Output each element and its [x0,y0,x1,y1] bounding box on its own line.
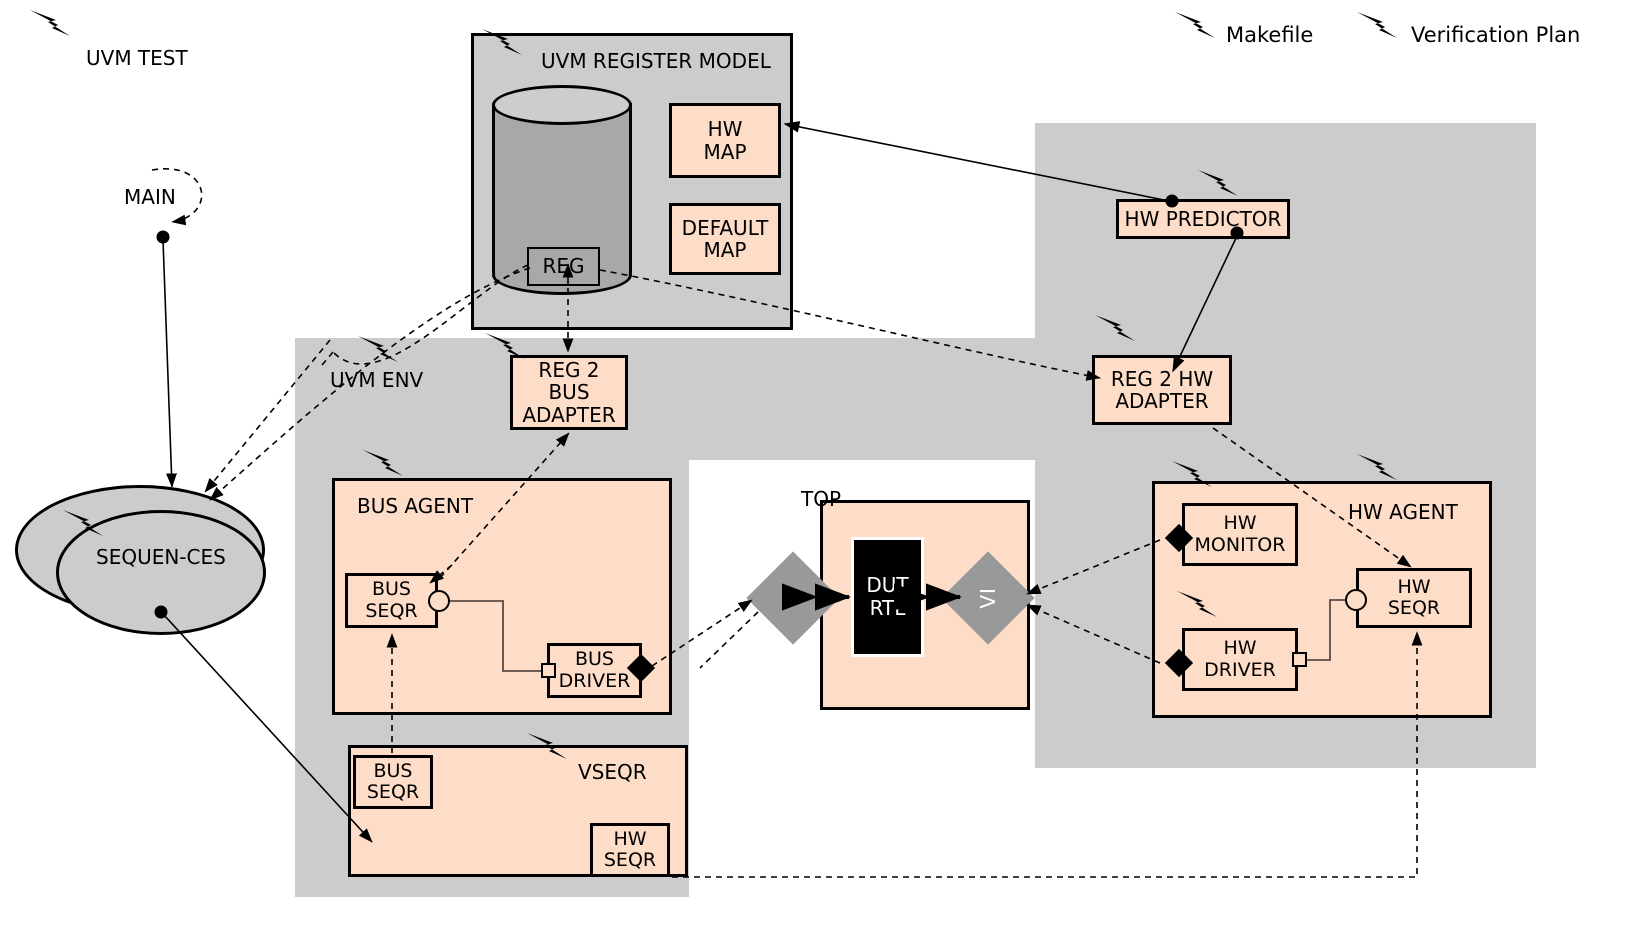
bolt-uvm-test [30,10,70,36]
cylinder-top [492,85,632,125]
hw-monitor-box[interactable]: HW MONITOR [1182,503,1298,566]
diagram-canvas: REG HW MAP DEFAULT MAP REG 2 BUS ADAPTER… [0,0,1639,947]
bus-driver-box[interactable]: BUS DRIVER [547,643,642,698]
vi-right-label: VI [976,587,1000,609]
dut-rtl-label: DUT RTL [866,573,909,620]
hw-driver-label: HW DRIVER [1204,637,1276,681]
vseqr-hw-seqr-label: HW SEQR [603,827,657,871]
reg2hw-adapter-box[interactable]: REG 2 HW ADAPTER [1092,355,1232,425]
reg2bus-adapter-label: REG 2 BUS ADAPTER [522,357,616,427]
hw-map-box[interactable]: HW MAP [669,103,781,178]
sequences-ellipse-front[interactable] [56,510,266,635]
hw-seqr-box[interactable]: HW SEQR [1356,568,1472,628]
vi-left-label: VI [781,587,805,609]
hw-agent-label: HW AGENT [1348,500,1458,524]
top-label: TOP [801,487,842,511]
main-label: MAIN [124,185,176,209]
default-map-box[interactable]: DEFAULT MAP [669,203,781,275]
bus-seqr-box[interactable]: BUS SEQR [345,573,438,628]
vseqr-bus-seqr-label: BUS SEQR [366,759,420,803]
hw-predictor-box[interactable]: HW PREDICTOR [1116,199,1290,239]
uvm-env-region-upper [295,338,1133,460]
hw-seqr-provided-interface-icon [1345,589,1367,611]
bus-agent-label: BUS AGENT [357,494,474,518]
reg-label: REG [542,254,585,279]
bus-seqr-label: BUS SEQR [365,578,418,622]
hw-seqr-label: HW SEQR [1387,575,1441,619]
hw-monitor-label: HW MONITOR [1194,512,1286,556]
verification-plan-legend-label: Verification Plan [1411,23,1581,47]
reg2bus-adapter-box[interactable]: REG 2 BUS ADAPTER [510,355,628,430]
bus-driver-label: BUS DRIVER [558,648,631,692]
vseqr-label: VSEQR [578,760,647,784]
vseqr-bus-seqr-box[interactable]: BUS SEQR [353,755,433,809]
hw-driver-box[interactable]: HW DRIVER [1182,628,1298,691]
hw-driver-required-interface-icon [1292,652,1307,667]
bus-driver-required-interface-icon [541,663,556,678]
bolt-legend-verification-plan [1357,12,1397,38]
dut-rtl-box[interactable]: DUT RTL [851,537,924,657]
bus-seqr-provided-interface-icon [428,590,450,612]
uvm-env-label: UVM ENV [330,368,424,392]
hw-predictor-label: HW PREDICTOR [1124,206,1282,231]
sequences-label: SEQUEN-CES [96,545,226,569]
vseqr-hw-seqr-box[interactable]: HW SEQR [590,823,670,877]
default-map-label: DEFAULT MAP [681,215,769,262]
reg-box[interactable]: REG [527,247,600,286]
makefile-legend-label: Makefile [1226,23,1314,47]
uvm-test-label: UVM TEST [86,46,188,70]
hw-map-label: HW MAP [703,117,747,164]
reg2hw-adapter-label: REG 2 HW ADAPTER [1110,366,1214,413]
uvm-register-model-label: UVM REGISTER MODEL [541,49,771,73]
bolt-legend-makefile [1175,12,1215,38]
